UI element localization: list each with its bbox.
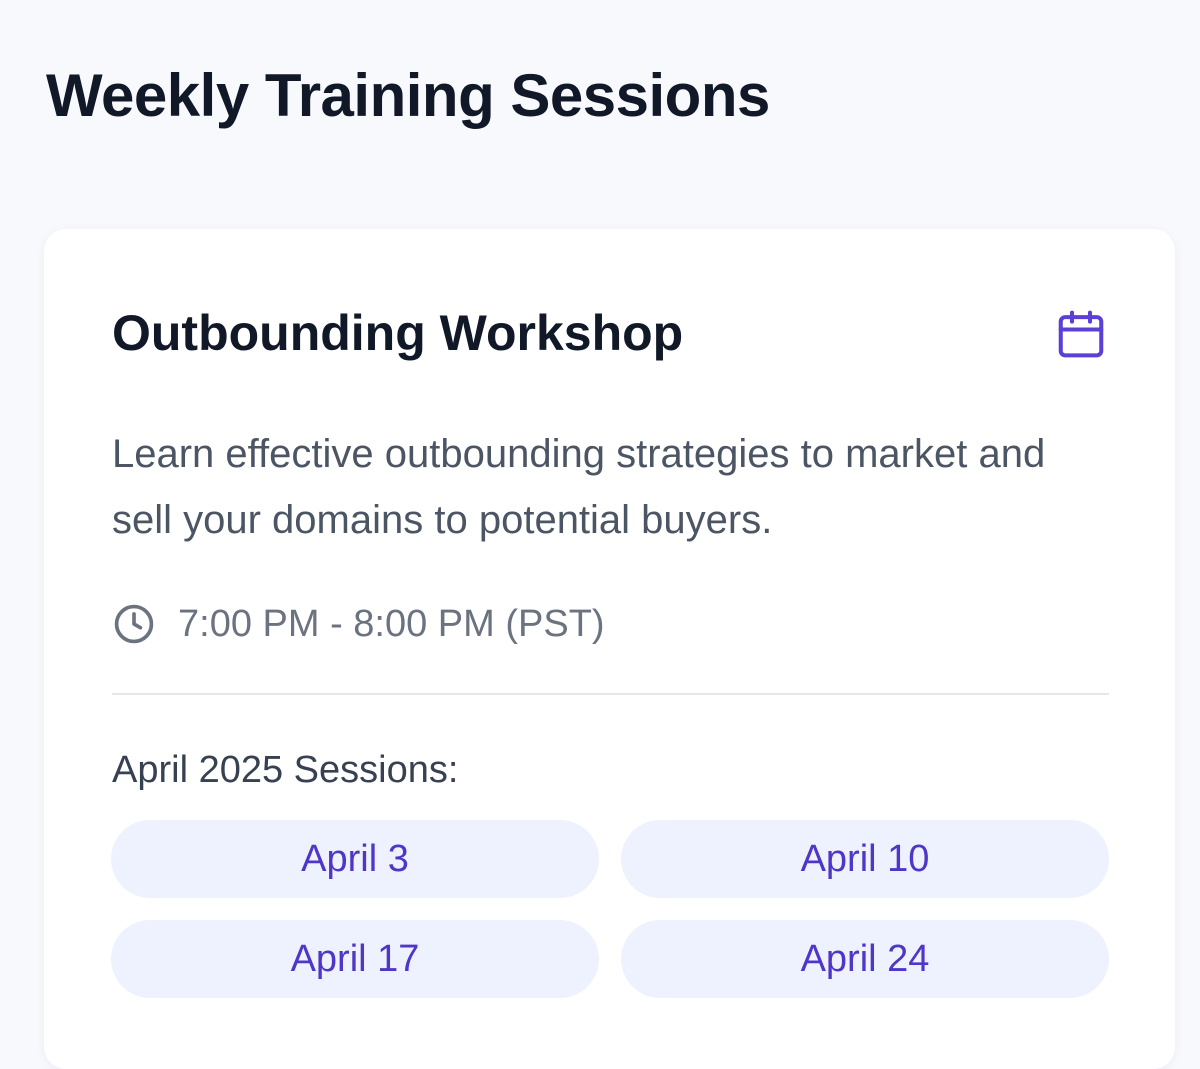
clock-icon [112, 602, 156, 646]
card-title: Outbounding Workshop [112, 305, 684, 361]
session-date-button[interactable]: April 24 [621, 920, 1109, 998]
session-date-button[interactable]: April 10 [621, 820, 1109, 898]
session-time: 7:00 PM - 8:00 PM (PST) [112, 599, 605, 649]
workshop-card: Outbounding Workshop Learn effective out… [44, 229, 1175, 1069]
time-text: 7:00 PM - 8:00 PM (PST) [178, 602, 605, 645]
sessions-label: April 2025 Sessions: [112, 749, 459, 791]
session-date-button[interactable]: April 17 [111, 920, 599, 998]
calendar-icon [1054, 307, 1108, 361]
session-date-button[interactable]: April 3 [111, 820, 599, 898]
page-title: Weekly Training Sessions [46, 62, 770, 129]
card-description: Learn effective outbounding strategies t… [112, 432, 1046, 542]
divider [112, 693, 1109, 695]
